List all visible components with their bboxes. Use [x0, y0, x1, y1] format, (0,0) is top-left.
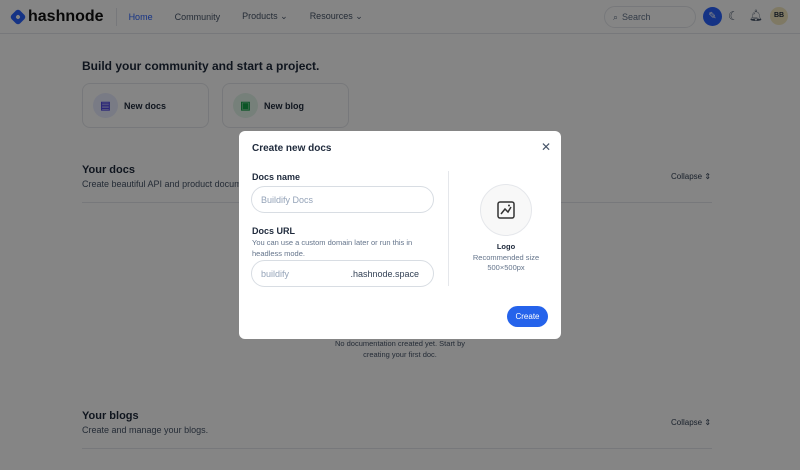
- logo-hint: Recommended size: [472, 252, 540, 262]
- url-suffix: .hashnode.space: [350, 268, 419, 279]
- modal-title: Create new docs: [252, 143, 332, 154]
- logo-upload[interactable]: [480, 184, 532, 236]
- docs-url-placeholder: buildify: [261, 268, 290, 279]
- create-button[interactable]: Create: [507, 306, 548, 327]
- docs-url-help: You can use a custom domain later or run…: [252, 238, 413, 258]
- logo-info: Logo Recommended size 500×500px: [456, 242, 556, 274]
- logo-label: Logo: [496, 242, 516, 251]
- docs-url-input[interactable]: buildify .hashnode.space: [251, 260, 434, 287]
- docs-url-label: Docs URL: [252, 226, 296, 236]
- docs-name-placeholder: Buildify Docs: [261, 194, 314, 205]
- image-icon: [497, 201, 515, 219]
- docs-name-input[interactable]: Buildify Docs: [251, 186, 434, 213]
- divider: [448, 171, 449, 286]
- logo-size: 500×500px: [487, 263, 525, 272]
- docs-name-label: Docs name: [252, 172, 301, 182]
- create-docs-modal: Create new docs ✕ Docs name Buildify Doc…: [239, 131, 561, 339]
- close-icon[interactable]: ✕: [541, 140, 551, 154]
